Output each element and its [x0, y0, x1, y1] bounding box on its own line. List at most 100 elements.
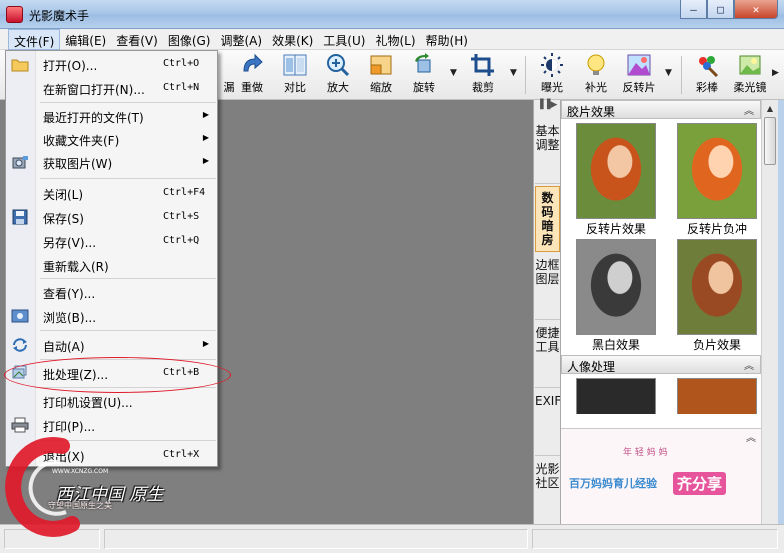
- menu-edit[interactable]: 编辑(E): [60, 29, 111, 50]
- compare-button[interactable]: 对比: [273, 52, 317, 98]
- portrait-thumbnail: [576, 378, 656, 414]
- toolbar-separator: [525, 56, 526, 94]
- reversal-film-dropdown-arrow[interactable]: ▼: [665, 68, 675, 78]
- floppy-icon: [12, 209, 28, 225]
- title-bar: 光影魔术手 — □ ✕: [0, 0, 784, 29]
- section-film-effects[interactable]: 胶片效果 ︽: [561, 100, 761, 119]
- film-effects-grid: 反转片效果 反转片负冲 黑白效果 负片效果: [561, 119, 761, 355]
- auto-icon: [13, 338, 27, 352]
- menu-item-browse[interactable]: 浏览(B)...: [6, 305, 217, 327]
- submenu-arrow-icon: ▶: [202, 133, 209, 142]
- color-wand-button[interactable]: 彩棒: [685, 52, 729, 98]
- status-cell: [104, 529, 528, 549]
- window-controls: — □ ✕: [680, 0, 778, 20]
- reversal-film-icon: [626, 53, 652, 77]
- tab-community[interactable]: 光影社区: [535, 458, 560, 524]
- zoom-in-button[interactable]: 放大: [316, 52, 360, 98]
- printer-icon: [11, 417, 29, 433]
- menu-separator: [40, 178, 216, 179]
- folder-icon: [11, 59, 29, 72]
- fill-light-icon: [583, 53, 609, 77]
- resize-icon: [368, 53, 394, 77]
- tab-border-layer[interactable]: 边框图层: [535, 254, 560, 320]
- menu-item-view[interactable]: 查看(Y)...: [6, 281, 217, 303]
- rotate-icon: [411, 53, 437, 77]
- color-wand-icon: [694, 53, 720, 77]
- toolbar-separator: [681, 56, 682, 94]
- collapse-chevron-icon[interactable]: ︽: [744, 357, 754, 372]
- menu-file[interactable]: 文件(F): [8, 29, 61, 50]
- menu-item-close[interactable]: 关闭(L) Ctrl+F4: [6, 182, 217, 204]
- menu-tools[interactable]: 工具(U): [318, 29, 370, 50]
- menu-help[interactable]: 帮助(H): [421, 29, 473, 50]
- menu-item-printer-setup[interactable]: 打印机设置(U)...: [6, 390, 217, 412]
- menu-effects[interactable]: 效果(K): [267, 29, 318, 50]
- menu-gifts[interactable]: 礼物(L): [370, 29, 420, 50]
- menu-adjust[interactable]: 调整(A): [215, 29, 267, 50]
- redo-button[interactable]: 重做: [230, 52, 274, 98]
- portrait-effect-item[interactable]: [568, 378, 664, 414]
- effect-black-white[interactable]: 黑白效果: [568, 239, 664, 353]
- minimize-button[interactable]: —: [680, 0, 707, 19]
- menu-item-auto[interactable]: 自动(A) ▶: [6, 334, 217, 356]
- menu-item-open[interactable]: 打开(O)... Ctrl+O: [6, 53, 217, 75]
- menu-item-acquire[interactable]: 获取图片(W) ▶: [6, 151, 217, 173]
- menu-item-save-as[interactable]: 另存(V)... Ctrl+Q: [6, 230, 217, 252]
- maximize-button[interactable]: □: [707, 0, 734, 19]
- redo-icon: [239, 53, 265, 77]
- portrait-thumbnail: [677, 378, 757, 414]
- watermark-subtext: 守望中国原生之美: [48, 501, 112, 510]
- menu-item-recent-files[interactable]: 最近打开的文件(T) ▶: [6, 105, 217, 127]
- crop-button[interactable]: 裁剪: [461, 52, 505, 98]
- rotate-dropdown-arrow[interactable]: ▼: [450, 68, 460, 78]
- submenu-arrow-icon: ▶: [202, 156, 209, 165]
- crop-dropdown-arrow[interactable]: ▼: [510, 68, 520, 78]
- panel-scrollbar[interactable]: ▲: [761, 100, 778, 524]
- advertisement-banner[interactable]: ︽ 年 轻 妈 妈 百万妈妈育儿经验 齐分享: [561, 428, 762, 524]
- effect-reversal[interactable]: 反转片效果: [568, 123, 664, 237]
- tab-digital-darkroom[interactable]: 数码暗房: [535, 186, 560, 252]
- file-menu-dropdown: 打开(O)... Ctrl+O 在新窗口打开(N)... Ctrl+N 最近打开…: [5, 50, 218, 467]
- soft-light-icon: [737, 53, 763, 77]
- resize-button[interactable]: 缩放: [359, 52, 403, 98]
- tab-exif[interactable]: EXIF: [535, 390, 561, 456]
- toolbar-overflow-arrow[interactable]: ▶: [772, 68, 782, 78]
- app-logo-icon: [6, 6, 23, 23]
- section-portrait[interactable]: 人像处理 ︽: [561, 355, 761, 374]
- side-tab-bar: ▐▐▶ 基本调整 数码暗房 边框图层 便捷工具 EXIF 光影社区: [533, 100, 561, 524]
- scroll-thumb[interactable]: [764, 117, 776, 165]
- portrait-thumbnail: [677, 239, 757, 335]
- effect-negative[interactable]: 负片效果: [669, 239, 765, 353]
- scroll-up-arrow-icon[interactable]: ▲: [762, 100, 778, 117]
- collapse-chevron-icon[interactable]: ︽: [744, 102, 754, 117]
- exposure-icon: [539, 53, 565, 77]
- menu-item-reload[interactable]: 重新载入(R): [6, 254, 217, 276]
- ad-subtitle: 年 轻 妈 妈: [623, 448, 668, 458]
- close-button[interactable]: ✕: [734, 0, 778, 19]
- effect-reversal-negative[interactable]: 反转片负冲: [669, 123, 765, 237]
- menu-bar: 文件(F) 编辑(E) 查看(V) 图像(G) 调整(A) 效果(K) 工具(U…: [0, 29, 784, 50]
- tab-basic-adjust[interactable]: 基本调整: [535, 120, 560, 184]
- reversal-film-button[interactable]: 反转片: [617, 52, 661, 98]
- fill-light-button[interactable]: 补光: [574, 52, 618, 98]
- menu-item-favorites[interactable]: 收藏文件夹(F) ▶: [6, 128, 217, 150]
- portrait-effect-item[interactable]: [669, 378, 761, 414]
- portrait-thumbnail: [576, 123, 656, 219]
- menu-view[interactable]: 查看(V): [111, 29, 163, 50]
- portrait-thumbnail: [576, 239, 656, 335]
- menu-image[interactable]: 图像(G): [163, 29, 216, 50]
- portrait-grid: [561, 374, 761, 414]
- menu-item-open-new-window[interactable]: 在新窗口打开(N)... Ctrl+N: [6, 77, 217, 99]
- watermark-url: WWW.XCNZG.COM: [52, 468, 109, 475]
- collapse-chevron-icon[interactable]: ︽: [746, 429, 756, 444]
- ad-headline: 百万妈妈育儿经验: [569, 477, 657, 490]
- soft-light-button[interactable]: 柔光镜: [728, 52, 772, 98]
- submenu-arrow-icon: ▶: [202, 110, 209, 119]
- menu-item-save[interactable]: 保存(S) Ctrl+S: [6, 206, 217, 228]
- side-tab-collapse[interactable]: ▐▐▶: [534, 100, 560, 118]
- rotate-button[interactable]: 旋转: [402, 52, 446, 98]
- crop-icon: [470, 53, 496, 77]
- exposure-button[interactable]: 曝光: [530, 52, 574, 98]
- menu-separator: [40, 278, 216, 279]
- tab-quick-tools[interactable]: 便捷工具: [535, 322, 560, 388]
